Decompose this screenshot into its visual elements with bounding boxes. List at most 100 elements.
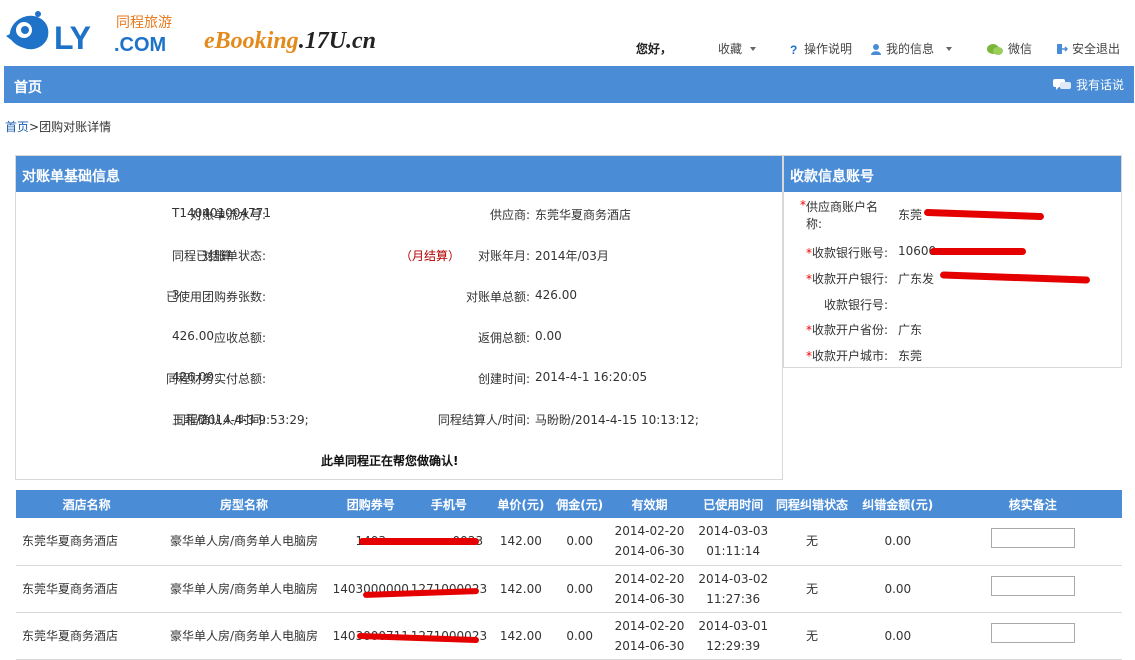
rebate-value: 0.00 [535, 329, 562, 343]
cell-used-time: 2014-03-02 11:27:36 [694, 565, 773, 613]
ebooking-domain: .17U.cn [298, 28, 377, 54]
breadcrumb: 首页>团购对账详情 [5, 118, 111, 135]
account-name-value: 东莞 [898, 208, 923, 222]
cell-used-time: 2014-03-01 12:29:39 [694, 612, 773, 660]
cell-status: 无 [772, 518, 852, 566]
serial-no-value: T140401004771 [172, 206, 271, 220]
used-count-value: 3 [172, 288, 180, 302]
ebooking-main: eBooking [204, 28, 299, 54]
col-phone: 手机号 [410, 490, 488, 518]
ly-logo[interactable]: LY 同程旅游 .COM [4, 6, 184, 56]
breadcrumb-home[interactable]: 首页 [5, 120, 29, 134]
city-label: *收款开户城市: [805, 349, 888, 363]
wechat-icon [987, 43, 1003, 55]
chevron-down-icon [946, 46, 953, 51]
created-label: 创建时间: [477, 372, 530, 386]
note-input[interactable] [990, 575, 1075, 596]
province-label: *收款开户省份: [805, 323, 888, 337]
status-value: 同程已结算 [172, 249, 233, 263]
col-valid: 有效期 [604, 490, 695, 518]
cell-price: 142.00 [487, 518, 555, 566]
cell-room: 豪华单人房/商务单人电脑房 [157, 565, 331, 613]
bank-name-label: *收款开户银行: [805, 272, 888, 286]
logo-brand: LY [54, 20, 91, 56]
basic-info-panel: 对账单基础信息 对账单流水号: T140401004771 供应商: 东莞华夏商… [15, 155, 783, 480]
col-used-time: 已使用时间 [694, 490, 773, 518]
supplier-label: 供应商: [489, 208, 530, 222]
bank-name-value: 广东发 [898, 272, 935, 286]
help-icon: ? [790, 43, 797, 55]
confirm-notice: 此单同程正在帮您做确认! [321, 454, 459, 468]
nav-help-label: 操作说明 [804, 42, 853, 56]
fish-logo-icon [6, 11, 49, 50]
home-tab[interactable]: 首页 [14, 77, 42, 97]
chevron-down-icon [750, 46, 757, 51]
col-hotel: 酒店名称 [16, 490, 158, 518]
table-row: 东莞华夏商务酒店 豪华单人房/商务单人电脑房 1403000711 127100… [16, 612, 1122, 660]
top-header: LY 同程旅游 .COM eBooking.17U.cn 您好， 收藏 ? 操作… [0, 0, 1135, 66]
cell-status: 无 [772, 612, 852, 660]
note-input[interactable] [990, 622, 1075, 643]
nav-wechat[interactable]: 微信 [986, 40, 1032, 57]
cell-room: 豪华单人房/商务单人电脑房 [157, 518, 331, 566]
province-value: 广东 [898, 323, 923, 337]
total-value: 426.00 [535, 288, 577, 302]
cell-amount: 0.00 [851, 612, 944, 660]
nav-wechat-label: 微信 [1008, 42, 1033, 56]
feedback-label: 我有话说 [1075, 78, 1124, 92]
nav-logout-label: 安全退出 [1072, 42, 1121, 56]
cell-hotel: 东莞华夏商务酒店 [16, 518, 158, 566]
greeting-text: 您好， [636, 42, 673, 56]
cell-note [943, 518, 1122, 566]
paid-value: 426.00 [172, 370, 214, 384]
settler-label: 同程结算人/时间: [437, 413, 530, 427]
nav-favorites[interactable]: 收藏 [718, 40, 760, 57]
rebate-label: 返佣总额: [477, 331, 530, 345]
confirmer-value: 王菲/2014-4-3 9:53:29; [172, 413, 309, 427]
col-note: 核实备注 [943, 490, 1122, 518]
cell-valid: 2014-02-20 2014-06-30 [604, 612, 695, 660]
month-label: 对账年月: [477, 249, 530, 263]
settler-value: 马盼盼/2014-4-15 10:13:12; [535, 413, 699, 427]
account-title: 收款信息账号 [784, 156, 1121, 192]
svg-text:?: ? [790, 43, 797, 55]
nav-logout[interactable]: 安全退出 [1056, 40, 1120, 57]
col-room: 房型名称 [157, 490, 331, 518]
cell-amount: 0.00 [851, 565, 944, 613]
redaction-mark [358, 538, 479, 545]
col-commission: 佣金(元) [554, 490, 605, 518]
cell-hotel: 东莞华夏商务酒店 [16, 565, 158, 613]
breadcrumb-separator: > [29, 120, 40, 134]
nav-my-info[interactable]: 我的信息 [870, 40, 956, 57]
city-value: 东莞 [898, 349, 923, 363]
cell-code: 1403000711 [330, 612, 479, 660]
redaction-mark [923, 208, 1045, 221]
table-header-row: 酒店名称 房型名称 团购券号 手机号 单价(元) 佣金(元) 有效期 已使用时间… [16, 490, 1122, 518]
cell-status: 无 [772, 565, 852, 613]
created-value: 2014-4-1 16:20:05 [535, 370, 648, 384]
col-status: 同程纠错状态 [772, 490, 852, 518]
cell-hotel: 东莞华夏商务酒店 [16, 612, 158, 660]
col-code: 团购券号 [330, 490, 411, 518]
user-icon [871, 43, 881, 55]
feedback-link[interactable]: 我有话说 [1052, 76, 1124, 93]
paid-label: 同程财务实付总额: [165, 372, 266, 386]
cell-amount: 0.00 [851, 518, 944, 566]
breadcrumb-current: 团购对账详情 [39, 120, 112, 134]
logo-brand-suffix: .COM [114, 34, 167, 56]
col-price: 单价(元) [487, 490, 555, 518]
nav-favorites-label: 收藏 [718, 42, 743, 56]
account-panel: 收款信息账号 *供应商账户名称: 东莞 *收款银行账号: 10600 *收款开户… [783, 155, 1122, 368]
cell-commission: 0.00 [554, 612, 605, 660]
account-name-label: *供应商账户名称: [800, 198, 879, 231]
cell-price: 142.00 [487, 565, 555, 613]
cell-commission: 0.00 [554, 518, 605, 566]
bank-account-label: *收款银行账号: [805, 246, 888, 260]
redaction-mark [930, 248, 1026, 255]
cell-code: 1403 [330, 518, 479, 566]
note-input[interactable] [990, 528, 1075, 549]
cell-note [943, 565, 1122, 613]
used-count-label: 已使用团购券张数: [165, 290, 266, 304]
nav-help[interactable]: ? 操作说明 [788, 40, 852, 57]
cell-price: 142.00 [487, 612, 555, 660]
